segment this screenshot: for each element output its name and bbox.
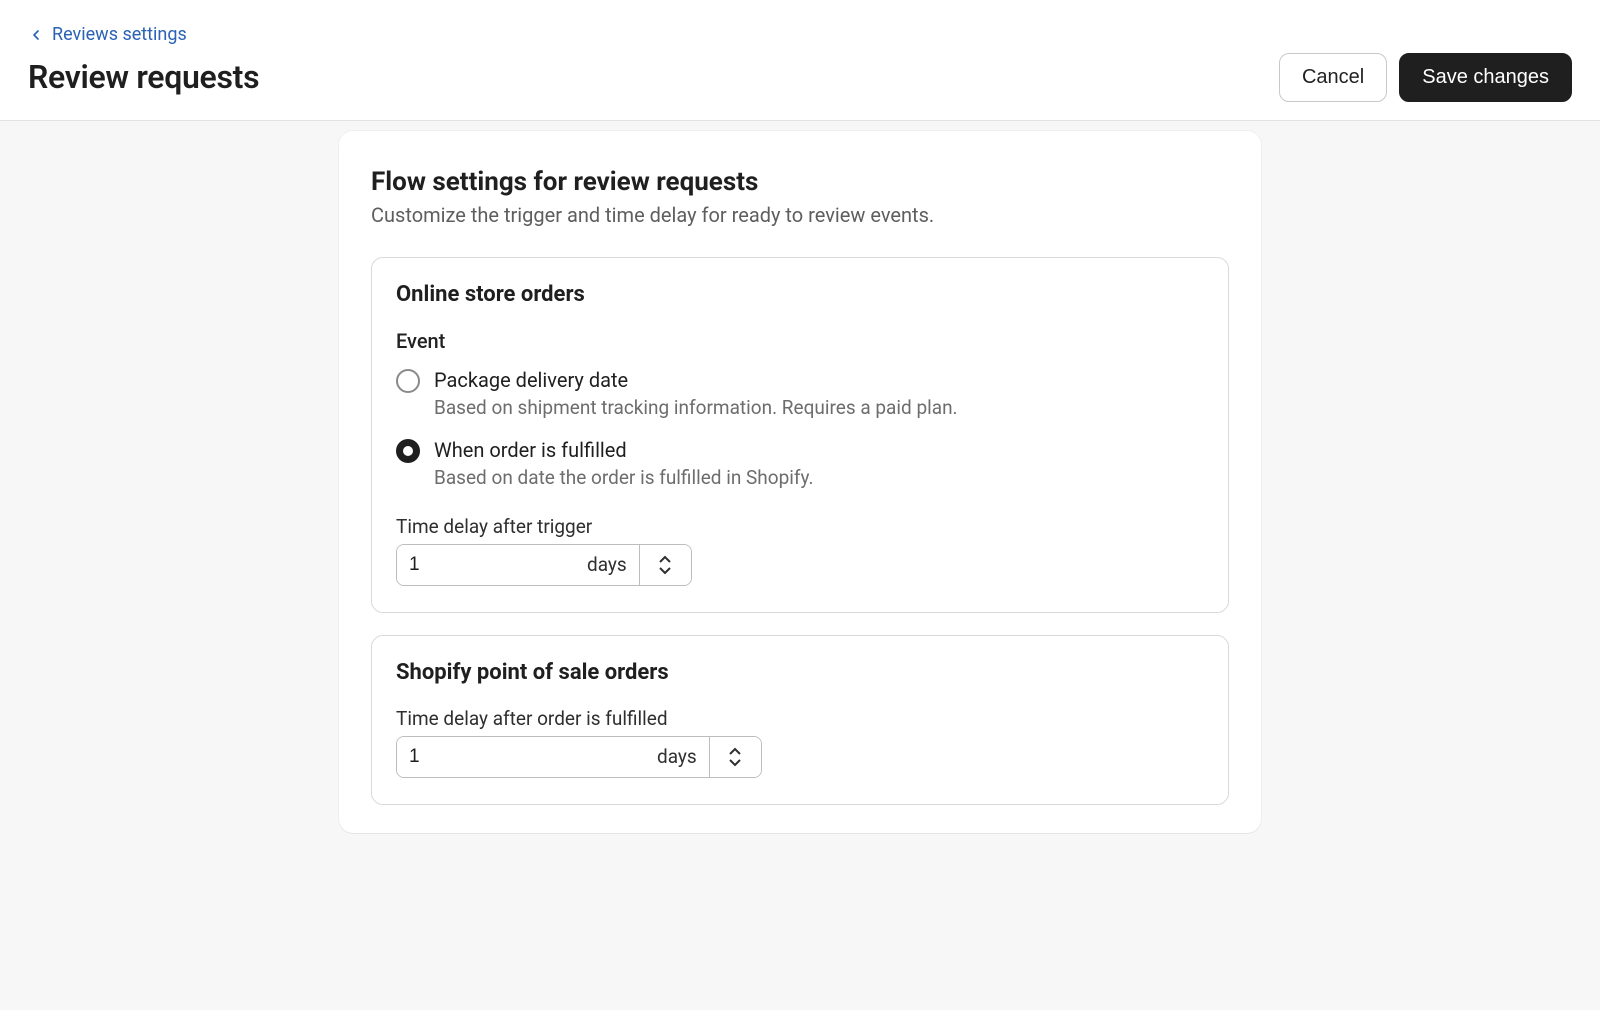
online-delay-stepper: days bbox=[396, 544, 692, 586]
radio-description: Based on shipment tracking information. … bbox=[434, 396, 958, 419]
pos-delay-stepper-arrows[interactable] bbox=[709, 737, 761, 777]
page-actions: Cancel Save changes bbox=[1279, 53, 1572, 102]
save-button[interactable]: Save changes bbox=[1399, 53, 1572, 102]
settings-card: Flow settings for review requests Custom… bbox=[339, 131, 1261, 833]
top-bar: Reviews settings Review requests Cancel … bbox=[0, 0, 1600, 121]
chevron-down-icon bbox=[728, 757, 742, 767]
chevron-down-icon bbox=[658, 565, 672, 575]
pos-delay-input[interactable] bbox=[397, 737, 657, 777]
event-radio-group: Package delivery date Based on shipment … bbox=[396, 367, 1204, 489]
pos-delay-unit: days bbox=[657, 737, 709, 777]
online-delay-unit: days bbox=[587, 545, 639, 585]
section-title-pos: Shopify point of sale orders bbox=[396, 660, 1204, 685]
page-title: Review requests bbox=[28, 58, 259, 96]
pos-delay-stepper: days bbox=[396, 736, 762, 778]
radio-label: Package delivery date bbox=[434, 367, 958, 394]
card-subtitle: Customize the trigger and time delay for… bbox=[371, 203, 1229, 227]
breadcrumb-label: Reviews settings bbox=[52, 24, 187, 45]
section-pos-orders: Shopify point of sale orders Time delay … bbox=[371, 635, 1229, 805]
radio-description: Based on date the order is fulfilled in … bbox=[434, 466, 814, 489]
online-delay-input[interactable] bbox=[397, 545, 587, 585]
chevron-up-icon bbox=[728, 747, 742, 757]
radio-icon bbox=[396, 439, 420, 463]
section-online-orders: Online store orders Event Package delive… bbox=[371, 257, 1229, 613]
card-title: Flow settings for review requests bbox=[371, 167, 1229, 197]
content-area: Flow settings for review requests Custom… bbox=[0, 121, 1600, 1010]
radio-icon bbox=[396, 369, 420, 393]
pos-delay-label: Time delay after order is fulfilled bbox=[396, 707, 1204, 730]
radio-label: When order is fulfilled bbox=[434, 437, 814, 464]
event-label: Event bbox=[396, 329, 1204, 353]
section-title-online: Online store orders bbox=[396, 282, 1204, 307]
chevron-up-icon bbox=[658, 555, 672, 565]
arrow-left-icon bbox=[28, 27, 44, 43]
online-delay-stepper-arrows[interactable] bbox=[639, 545, 691, 585]
radio-package-delivery-date[interactable]: Package delivery date Based on shipment … bbox=[396, 367, 1204, 419]
online-delay-label: Time delay after trigger bbox=[396, 515, 1204, 538]
cancel-button[interactable]: Cancel bbox=[1279, 53, 1387, 102]
breadcrumb[interactable]: Reviews settings bbox=[28, 24, 187, 45]
radio-when-order-fulfilled[interactable]: When order is fulfilled Based on date th… bbox=[396, 437, 1204, 489]
